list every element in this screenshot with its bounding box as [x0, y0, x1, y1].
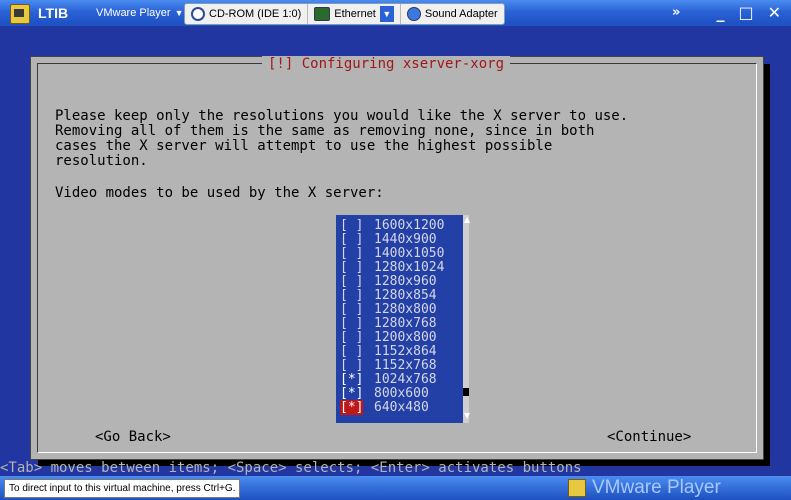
status-bar: To direct input to this virtual machine,…: [0, 476, 791, 500]
network-adapter-icon: [314, 7, 331, 21]
checkbox[interactable]: [*]: [336, 386, 374, 401]
vmware-player-menu[interactable]: VMware Player ▼: [92, 4, 188, 22]
continue-button[interactable]: <Continue>: [607, 429, 691, 445]
checkbox-focused[interactable]: [*]: [336, 400, 374, 415]
mode-label: 800x600: [374, 386, 429, 401]
checkbox[interactable]: [ ]: [336, 330, 374, 345]
checkbox[interactable]: [ ]: [336, 232, 374, 247]
mode-label: 1280x1024: [374, 260, 445, 275]
dialog-description: Please keep only the resolutions you wou…: [55, 108, 629, 169]
scrollbar-thumb[interactable]: [463, 388, 469, 396]
mode-label: 1280x960: [374, 274, 437, 289]
chevron-down-icon: ▼: [174, 8, 184, 18]
cdrom-icon: [191, 7, 205, 21]
vm-console[interactable]: [!] Configuring xserver-xorg Please keep…: [0, 26, 791, 476]
list-item[interactable]: [ ] 1280x1024: [336, 260, 444, 275]
window-title: LTIB: [38, 5, 69, 21]
mode-label: 1200x800: [374, 330, 437, 345]
vmware-app-icon: [10, 4, 30, 24]
title-bar: LTIB VMware Player ▼ CD-ROM (IDE 1:0) Et…: [0, 0, 791, 27]
mode-label: 1280x768: [374, 316, 437, 331]
checkbox[interactable]: [ ]: [336, 316, 374, 331]
list-item[interactable]: [ ] 1280x800: [336, 302, 437, 317]
mode-label: 1152x768: [374, 358, 437, 373]
list-item[interactable]: [ ] 1440x900: [336, 232, 437, 247]
minimize-button[interactable]: _: [716, 3, 724, 22]
checkbox[interactable]: [ ]: [336, 218, 374, 233]
window-controls: _ □ ✕: [716, 3, 781, 22]
mode-label: 640x480: [374, 400, 429, 415]
scroll-down-arrow-icon[interactable]: ▼: [464, 411, 470, 420]
list-item[interactable]: [ ] 1280x854: [336, 288, 437, 303]
scroll-up-arrow-icon[interactable]: ▲: [464, 215, 470, 224]
list-item[interactable]: [ ] 1600x1200: [336, 218, 444, 233]
list-item[interactable]: [*] 1024x768: [336, 372, 437, 387]
maximize-button[interactable]: □: [738, 3, 753, 22]
checkbox[interactable]: [ ]: [336, 274, 374, 289]
list-item-focused[interactable]: [*] 640x480: [336, 400, 429, 415]
speaker-icon: [406, 7, 421, 21]
checkbox[interactable]: [ ]: [336, 302, 374, 317]
cdrom-device-button[interactable]: CD-ROM (IDE 1:0): [185, 4, 309, 24]
sound-device-label: Sound Adapter: [424, 8, 498, 20]
list-item[interactable]: [ ] 1152x864: [336, 344, 437, 359]
dialog-title: [!] Configuring xserver-xorg: [262, 56, 511, 72]
mode-label: 1152x864: [374, 344, 437, 359]
vmware-player-menu-label: VMware Player: [96, 7, 171, 19]
mode-label: 1600x1200: [374, 218, 445, 233]
list-item[interactable]: [ ] 1152x768: [336, 358, 437, 373]
mode-label: 1440x900: [374, 232, 437, 247]
vmware-brand: VMware Player: [568, 477, 721, 499]
video-modes-list[interactable]: [ ] 1600x1200 [ ] 1440x900 [ ] 1400x1050 [ …: [336, 215, 470, 423]
close-button[interactable]: ✕: [768, 3, 781, 22]
ethernet-device-button[interactable]: Ethernet ▼: [308, 4, 401, 24]
checkbox[interactable]: [ ]: [336, 344, 374, 359]
checkbox[interactable]: [*]: [336, 372, 374, 387]
checkbox[interactable]: [ ]: [336, 246, 374, 261]
vmware-player-menu-button[interactable]: VMware Player ▼: [92, 4, 188, 22]
list-item[interactable]: [ ] 1280x768: [336, 316, 437, 331]
device-toolbar: CD-ROM (IDE 1:0) Ethernet ▼ Sound Adapte…: [184, 3, 505, 25]
list-item[interactable]: [ ] 1280x960: [336, 274, 437, 289]
checkbox[interactable]: [ ]: [336, 288, 374, 303]
checkbox[interactable]: [ ]: [336, 358, 374, 373]
brand-text: VMware Player: [592, 477, 721, 498]
more-devices-chevron-icon[interactable]: »: [672, 5, 680, 20]
mode-label: 1400x1050: [374, 246, 445, 261]
go-back-button[interactable]: <Go Back>: [95, 429, 171, 445]
checkbox[interactable]: [ ]: [336, 260, 374, 275]
cdrom-device-label: CD-ROM (IDE 1:0): [209, 8, 302, 20]
ethernet-device-label: Ethernet: [334, 8, 376, 20]
list-item[interactable]: [ ] 1400x1050: [336, 246, 444, 261]
status-message: To direct input to this virtual machine,…: [4, 479, 241, 498]
mode-label: 1280x800: [374, 302, 437, 317]
list-item[interactable]: [*] 800x600: [336, 386, 429, 401]
ethernet-dropdown-icon[interactable]: ▼: [379, 6, 394, 22]
mode-label: 1024x768: [374, 372, 437, 387]
list-item[interactable]: [ ] 1200x800: [336, 330, 437, 345]
vmware-logo-icon: [568, 479, 586, 497]
mode-label: 1280x854: [374, 288, 437, 303]
video-modes-prompt: Video modes to be used by the X server:: [55, 185, 384, 201]
keyboard-hint: <Tab> moves between items; <Space> selec…: [0, 460, 582, 476]
sound-device-button[interactable]: Sound Adapter: [401, 4, 504, 24]
debconf-dialog: [!] Configuring xserver-xorg Please keep…: [30, 56, 764, 460]
